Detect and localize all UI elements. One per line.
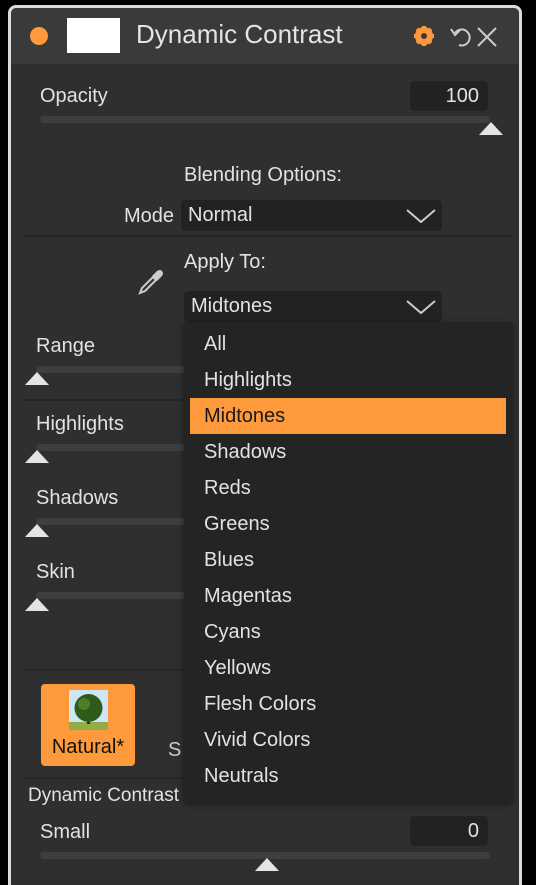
- mode-select[interactable]: Normal: [181, 200, 442, 231]
- menu-item-neutrals[interactable]: Neutrals: [190, 758, 506, 794]
- menu-item-all[interactable]: All: [190, 326, 506, 362]
- menu-item-midtones[interactable]: Midtones: [190, 398, 506, 434]
- dynamic-contrast-section-label: Dynamic Contrast: [28, 785, 179, 806]
- menu-item-magentas[interactable]: Magentas: [190, 578, 506, 614]
- menu-item-flesh-colors[interactable]: Flesh Colors: [190, 686, 506, 722]
- highlights-slider-thumb[interactable]: [25, 450, 49, 463]
- skin-slider-thumb[interactable]: [25, 598, 49, 611]
- menu-item-yellows[interactable]: Yellows: [190, 650, 506, 686]
- range-slider-thumb[interactable]: [25, 372, 49, 385]
- small-value[interactable]: 0: [410, 816, 488, 846]
- small-slider-thumb[interactable]: [255, 858, 279, 871]
- preset-natural-button[interactable]: Natural*: [41, 684, 135, 766]
- opacity-slider-thumb[interactable]: [479, 122, 503, 135]
- menu-item-blues[interactable]: Blues: [190, 542, 506, 578]
- small-label: Small: [40, 821, 91, 843]
- menu-item-greens[interactable]: Greens: [190, 506, 506, 542]
- preset-partial-label: S: [168, 739, 182, 761]
- opacity-slider[interactable]: [40, 116, 490, 123]
- apply-to-dropdown-menu: All Highlights Midtones Shadows Reds Greens Bl…: [184, 322, 512, 802]
- menu-item-highlights[interactable]: Highlights: [190, 362, 506, 398]
- chevron-down-icon: [406, 300, 436, 314]
- highlights-label: Highlights: [36, 413, 124, 435]
- skin-label: Skin: [36, 561, 75, 583]
- divider: [24, 235, 512, 237]
- range-label: Range: [36, 335, 95, 357]
- opacity-value[interactable]: 100: [410, 81, 488, 111]
- menu-item-vivid-colors[interactable]: Vivid Colors: [190, 722, 506, 758]
- blending-options-heading: Blending Options:: [184, 164, 342, 186]
- apply-to-value: Midtones: [191, 295, 273, 317]
- mode-value: Normal: [188, 204, 253, 226]
- menu-item-shadows[interactable]: Shadows: [190, 434, 506, 470]
- thumbnail: [67, 18, 120, 53]
- shadows-slider-thumb[interactable]: [25, 524, 49, 537]
- apply-to-label: Apply To:: [184, 251, 266, 273]
- preset-natural-label: Natural*: [51, 736, 125, 758]
- status-dot[interactable]: [30, 27, 48, 45]
- shadows-label: Shadows: [36, 487, 119, 509]
- panel-title: Dynamic Contrast: [136, 19, 343, 49]
- eyedropper-icon[interactable]: [137, 268, 165, 296]
- tree-thumbnail: [69, 690, 108, 730]
- chevron-down-icon: [406, 209, 436, 223]
- undo-icon[interactable]: [449, 25, 475, 49]
- opacity-label: Opacity: [40, 85, 108, 107]
- gear-icon[interactable]: [413, 25, 435, 47]
- menu-item-cyans[interactable]: Cyans: [190, 614, 506, 650]
- menu-item-reds[interactable]: Reds: [190, 470, 506, 506]
- apply-to-select[interactable]: Midtones: [184, 291, 442, 322]
- close-icon[interactable]: [476, 26, 498, 48]
- mode-label: Mode: [124, 205, 175, 227]
